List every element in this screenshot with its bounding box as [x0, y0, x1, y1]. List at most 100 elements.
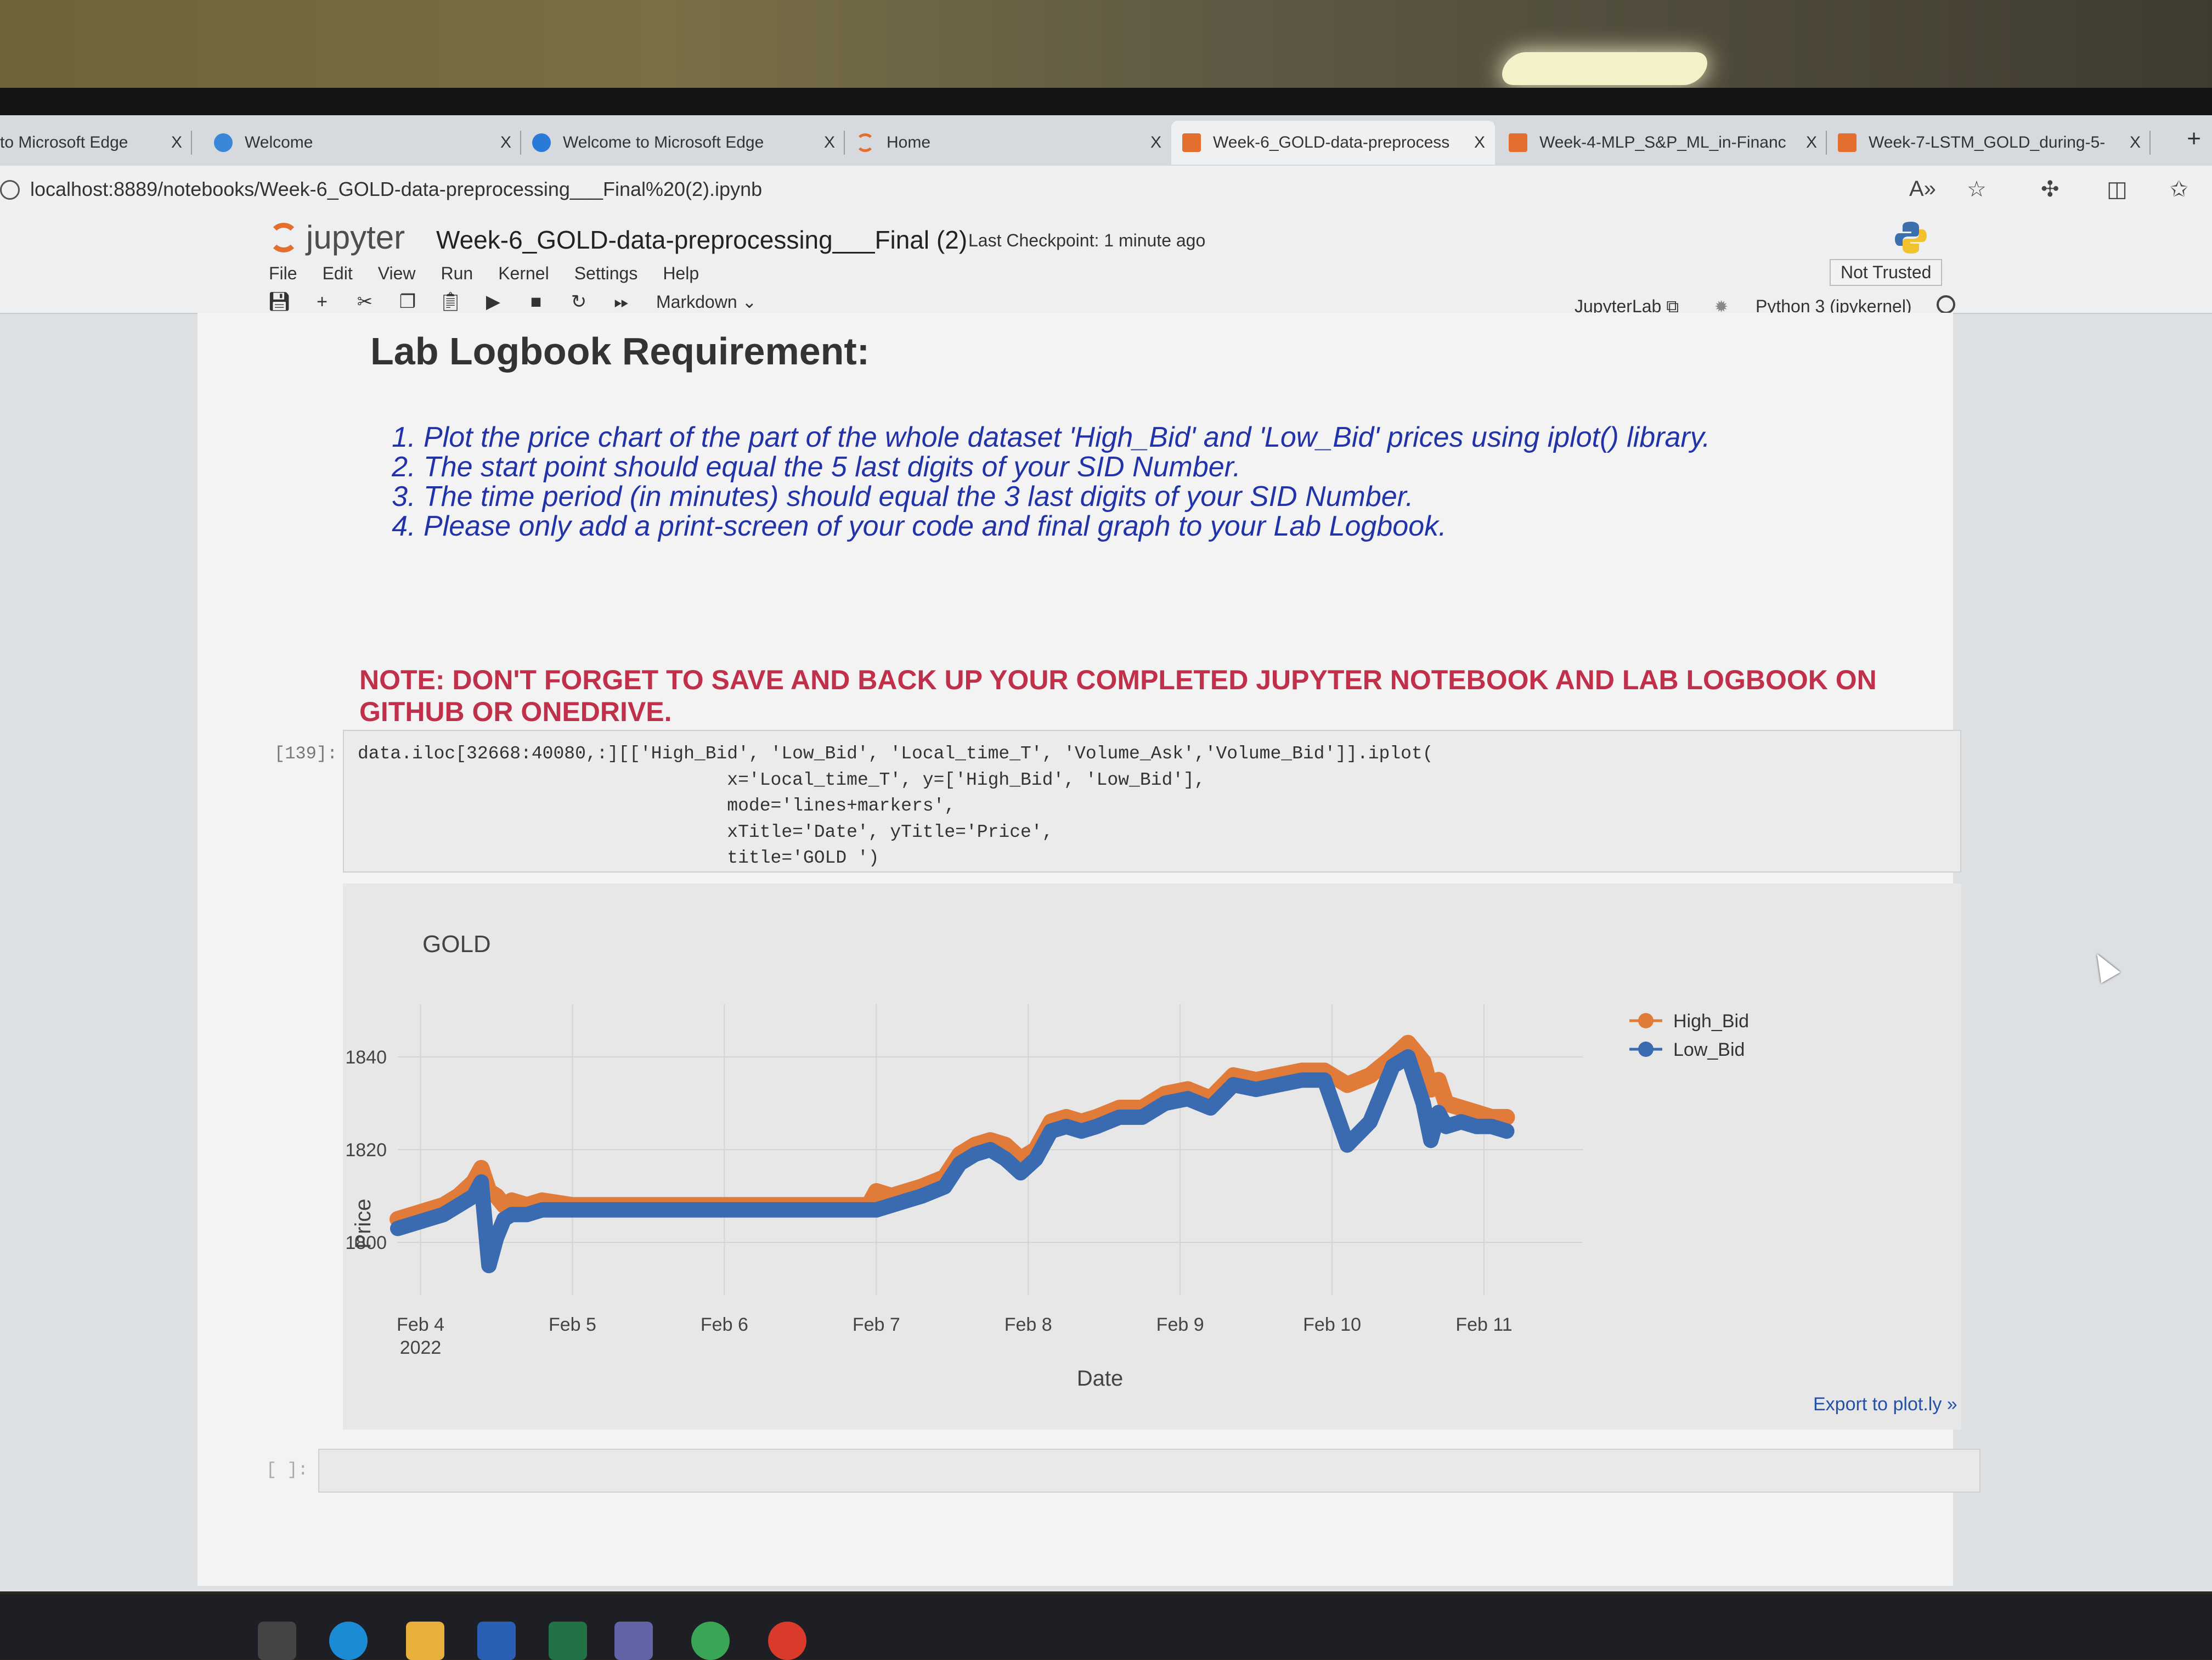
- requirements-list: Plot the price chart of the part of the …: [391, 423, 1710, 541]
- split-screen-icon[interactable]: ◫: [2107, 177, 2128, 202]
- run-icon[interactable]: ▶: [472, 291, 515, 313]
- close-icon[interactable]: X: [1150, 133, 1161, 152]
- restart-icon[interactable]: ↻: [557, 291, 600, 313]
- windows-taskbar: [0, 1594, 2212, 1660]
- tab-to-microsoft-edge[interactable]: to Microsoft Edge X: [0, 121, 192, 165]
- edge-taskbar-icon[interactable]: [329, 1622, 368, 1660]
- data-point: [1029, 1152, 1043, 1166]
- tab-label: to Microsoft Edge: [0, 133, 128, 151]
- y-tick-label: 1840: [345, 1047, 387, 1068]
- menu-settings[interactable]: Settings: [574, 263, 638, 284]
- notebook-icon: [1838, 133, 1857, 152]
- jupyter-page: jupyter Week-6_GOLD-data-preprocessing__…: [0, 214, 2212, 1591]
- jupyter-logo-text: jupyter: [306, 219, 405, 256]
- data-point: [566, 1203, 579, 1217]
- teams-icon[interactable]: [614, 1622, 653, 1660]
- new-tab-button[interactable]: +: [2187, 125, 2201, 153]
- url-field[interactable]: localhost:8889/notebooks/Week-6_GOLD-dat…: [30, 178, 762, 201]
- data-point: [1014, 1166, 1028, 1180]
- favorites-icon[interactable]: ✩: [2170, 177, 2188, 202]
- notebook-title[interactable]: Week-6_GOLD-data-preprocessing___Final (…: [436, 225, 967, 255]
- tab-week7-lstm[interactable]: Week-7-LSTM_GOLD_during-5- X: [1827, 121, 2151, 165]
- paste-icon[interactable]: 📋︎: [429, 291, 472, 313]
- data-point: [900, 1194, 913, 1207]
- data-point: [1075, 1124, 1088, 1138]
- menu-file[interactable]: File: [269, 263, 297, 284]
- empty-code-cell[interactable]: [318, 1449, 1980, 1493]
- x-tick-label: Feb 11: [1455, 1314, 1512, 1335]
- fast-forward-icon[interactable]: ⏩︎: [600, 291, 643, 313]
- requirement-item: Please only add a print-screen of your c…: [424, 511, 1710, 541]
- tab-label: Welcome: [245, 133, 313, 151]
- tab-separator: [191, 131, 192, 155]
- code-cell[interactable]: data.iloc[32668:40080,:][['High_Bid', 'L…: [343, 730, 1961, 873]
- menu-edit[interactable]: Edit: [323, 263, 353, 284]
- data-point: [1470, 1119, 1483, 1133]
- data-point: [1135, 1110, 1149, 1124]
- mouse-cursor-icon: [2087, 948, 2120, 983]
- not-trusted-button[interactable]: Not Trusted: [1830, 259, 1943, 286]
- data-point: [535, 1203, 549, 1217]
- legend-label[interactable]: High_Bid: [1673, 1011, 1749, 1032]
- data-point: [1340, 1138, 1354, 1152]
- menu-kernel[interactable]: Kernel: [498, 263, 549, 284]
- tab-separator: [2149, 131, 2151, 155]
- cell-type-select[interactable]: Markdown ⌄: [656, 291, 757, 312]
- markdown-heading: Lab Logbook Requirement:: [370, 330, 870, 373]
- data-point: [1424, 1134, 1438, 1147]
- extensions-icon[interactable]: ✣: [2041, 177, 2059, 202]
- tab-label: Week-7-LSTM_GOLD_during-5-: [1869, 133, 2106, 151]
- data-point: [1340, 1078, 1354, 1091]
- close-icon[interactable]: X: [824, 133, 835, 152]
- excel-icon[interactable]: [549, 1622, 587, 1660]
- gold-price-chart[interactable]: 180018201840Feb 42022Feb 5 Feb 6 Feb 7 Feb …: [343, 884, 1961, 1430]
- x-tick-label: Feb 9: [1156, 1314, 1204, 1335]
- task-view-icon[interactable]: [258, 1622, 296, 1660]
- data-point: [406, 1217, 420, 1231]
- word-icon[interactable]: [477, 1622, 516, 1660]
- close-icon[interactable]: X: [1474, 133, 1485, 152]
- site-info-icon[interactable]: [0, 180, 20, 200]
- edge-icon: [214, 133, 233, 152]
- ceiling-light: [1497, 52, 1712, 85]
- export-to-plotly-link[interactable]: Export to plot.ly »: [1813, 1394, 1957, 1415]
- data-point: [505, 1208, 518, 1222]
- data-point: [1318, 1073, 1331, 1087]
- tab-welcome[interactable]: Welcome X: [203, 121, 521, 165]
- cut-icon[interactable]: ✂: [343, 291, 386, 313]
- copy-icon[interactable]: ❐: [386, 291, 429, 313]
- jupyter-logo[interactable]: jupyter: [269, 218, 405, 256]
- data-point: [467, 1189, 481, 1203]
- file-explorer-icon[interactable]: [406, 1622, 444, 1660]
- data-point: [475, 1161, 488, 1175]
- favorite-star-icon[interactable]: ☆: [1967, 177, 1987, 202]
- menu-run[interactable]: Run: [441, 263, 473, 284]
- menu-help[interactable]: Help: [663, 263, 699, 284]
- save-icon[interactable]: 💾︎: [258, 291, 301, 313]
- tab-week6-gold[interactable]: Week-6_GOLD-data-preprocess X: [1171, 121, 1495, 165]
- x-tick-label: Feb 7: [853, 1314, 900, 1335]
- python-logo-icon: [1895, 222, 1927, 254]
- jupyter-logo-icon: [269, 222, 298, 252]
- menu-view[interactable]: View: [378, 263, 416, 284]
- tab-home[interactable]: Home X: [845, 121, 1171, 165]
- x-axis-title: Date: [1077, 1366, 1124, 1391]
- close-icon[interactable]: X: [171, 133, 182, 152]
- data-point: [1227, 1078, 1240, 1091]
- tab-week4-mlp[interactable]: Week-4-MLP_S&P_ML_in-Financ X: [1498, 121, 1827, 165]
- edge-icon: [532, 133, 551, 152]
- data-point: [718, 1203, 731, 1217]
- close-icon[interactable]: X: [2130, 133, 2141, 152]
- add-cell-icon[interactable]: +: [301, 291, 343, 313]
- chrome-icon[interactable]: [768, 1622, 806, 1660]
- tab-welcome-to-microsoft-edge[interactable]: Welcome to Microsoft Edge X: [521, 121, 845, 165]
- stop-icon[interactable]: ■: [515, 291, 557, 313]
- close-icon[interactable]: X: [500, 133, 511, 152]
- close-icon[interactable]: X: [1806, 133, 1817, 152]
- x-tick-label: 2022: [400, 1337, 442, 1358]
- read-aloud-icon[interactable]: A»: [1909, 177, 1936, 201]
- data-point: [1454, 1101, 1468, 1115]
- legend-label[interactable]: Low_Bid: [1673, 1039, 1745, 1060]
- app-icon[interactable]: [691, 1622, 730, 1660]
- menu-bar: File Edit View Run Kernel Settings Help: [269, 263, 724, 284]
